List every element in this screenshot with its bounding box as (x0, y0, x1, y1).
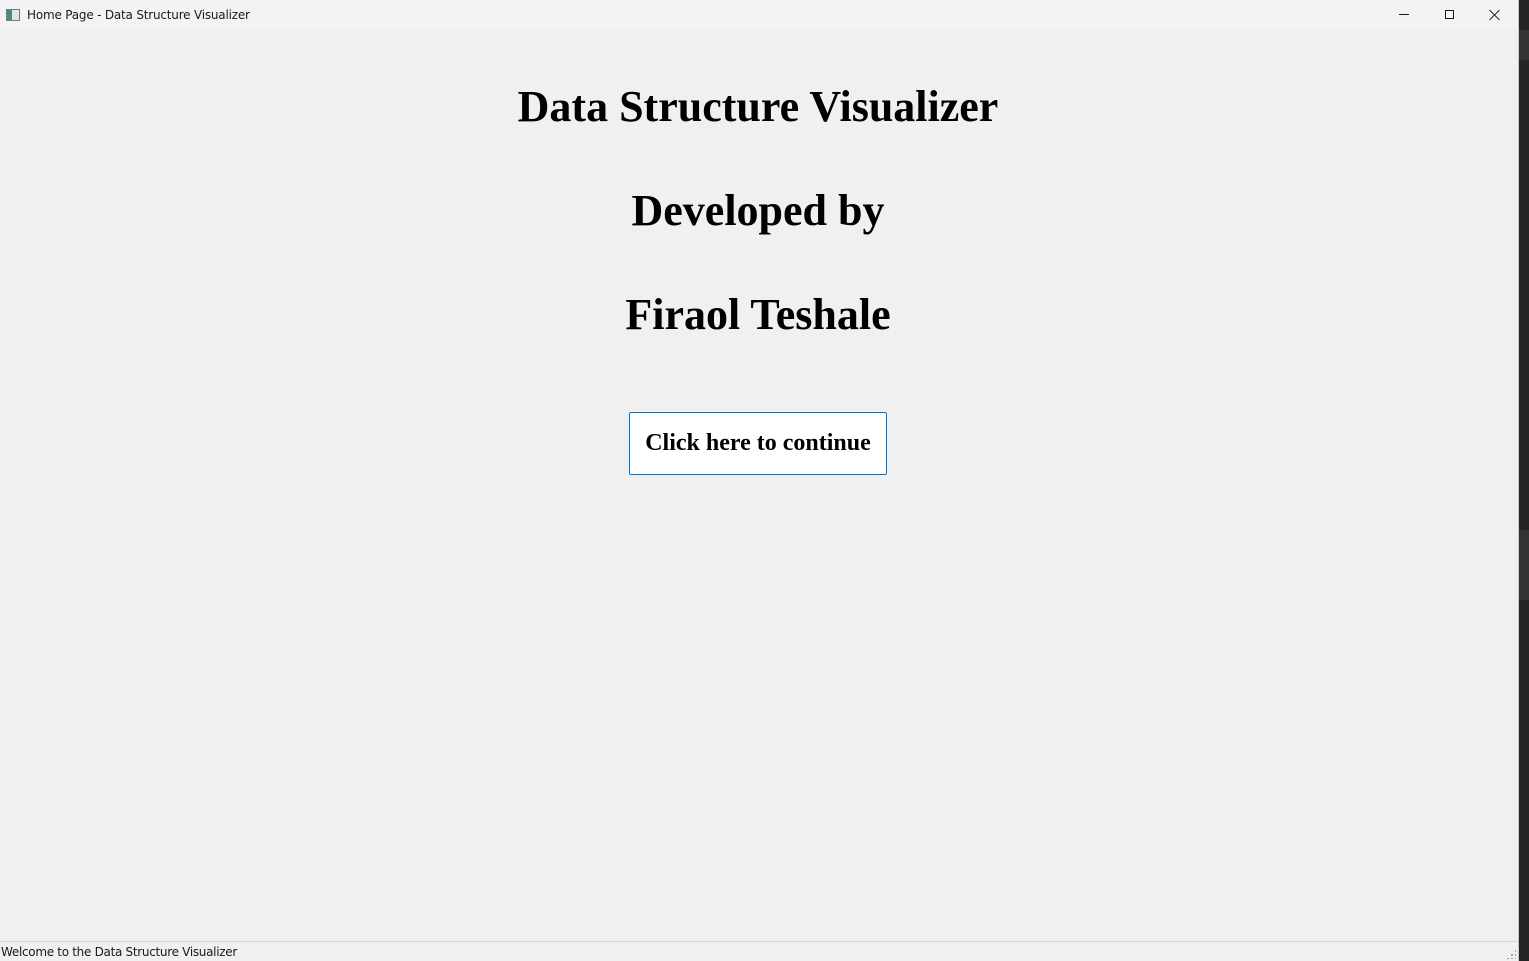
developer-name-heading: Firaol Teshale (625, 290, 891, 339)
title-bar[interactable]: Home Page - Data Structure Visualizer (0, 0, 1518, 29)
close-button[interactable] (1472, 0, 1518, 29)
status-message: Welcome to the Data Structure Visualizer (1, 945, 237, 959)
developed-by-heading: Developed by (631, 186, 885, 235)
app-window-icon (6, 8, 20, 21)
app-title-heading: Data Structure Visualizer (517, 82, 999, 131)
continue-button[interactable]: Click here to continue (629, 412, 887, 475)
minimize-button[interactable] (1381, 0, 1427, 29)
minimize-icon (1399, 14, 1409, 15)
maximize-icon (1444, 10, 1454, 19)
close-icon (1489, 9, 1501, 21)
window-title: Home Page - Data Structure Visualizer (27, 7, 250, 22)
status-bar: Welcome to the Data Structure Visualizer (0, 941, 1518, 961)
maximize-button[interactable] (1426, 0, 1472, 29)
app-window: Home Page - Data Structure Visualizer Da… (0, 0, 1519, 961)
size-grip-icon[interactable] (1506, 949, 1516, 959)
background-desktop-strip (1519, 0, 1529, 961)
